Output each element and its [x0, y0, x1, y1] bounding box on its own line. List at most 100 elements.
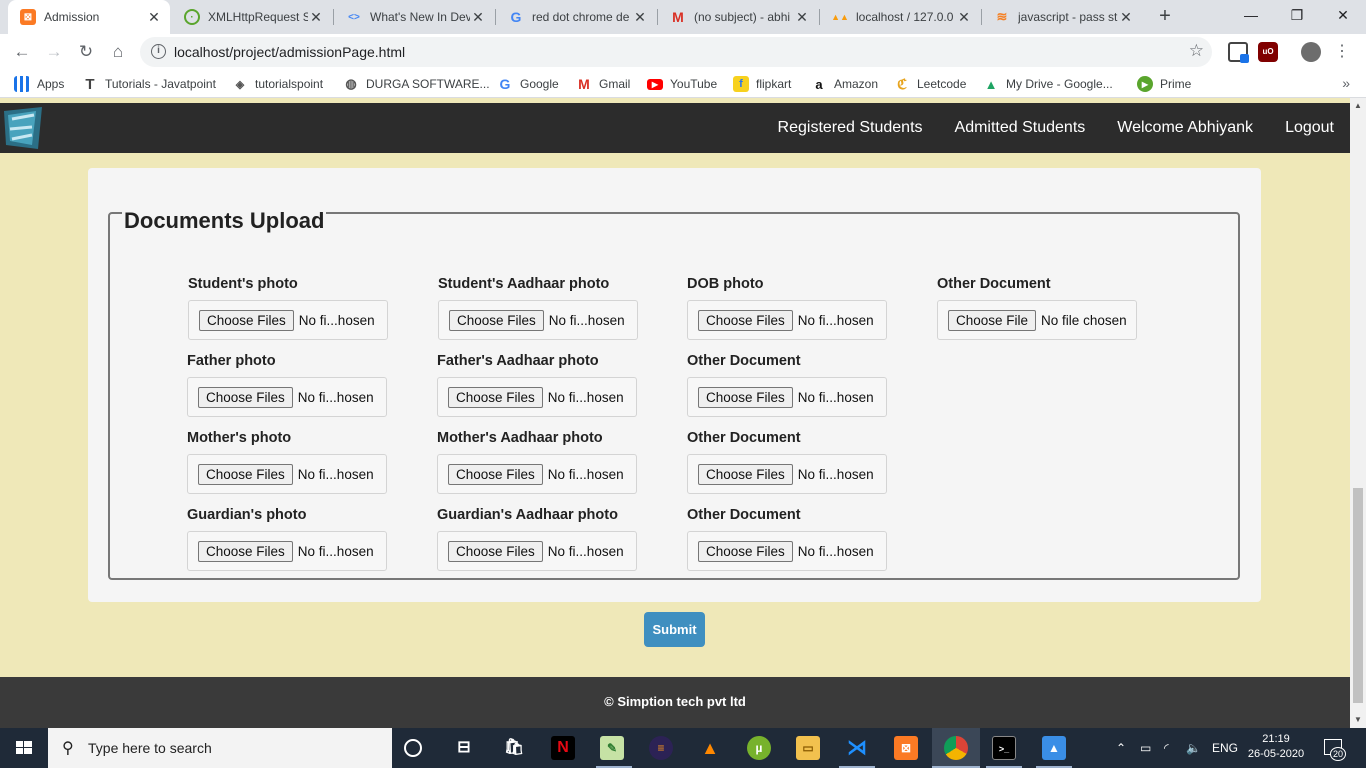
nav-admitted-students[interactable]: Admitted Students — [955, 119, 1086, 137]
file-input[interactable]: Choose Files No fi...hosen — [687, 454, 887, 494]
bookmark-star-icon[interactable]: ☆ — [1189, 41, 1204, 61]
ublock-icon[interactable]: uO — [1258, 42, 1278, 62]
nav-welcome-user[interactable]: Welcome Abhiyank — [1117, 119, 1253, 137]
home-icon[interactable]: ⌂ — [106, 40, 130, 64]
choose-files-button[interactable]: Choose Files — [698, 386, 793, 408]
close-icon[interactable]: ✕ — [956, 9, 972, 26]
close-icon[interactable]: ✕ — [1118, 9, 1134, 26]
choose-files-button[interactable]: Choose Files — [698, 540, 793, 562]
vscode-icon[interactable]: ⋊ — [845, 736, 869, 760]
scroll-down-icon[interactable]: ▼ — [1350, 712, 1366, 728]
file-input[interactable]: Choose Files No fi...hosen — [438, 300, 638, 340]
bookmark-flipkart[interactable]: f flipkart — [733, 75, 791, 93]
volume-icon[interactable]: 🔈 — [1186, 728, 1201, 768]
file-input[interactable]: Choose File No file chosen — [937, 300, 1137, 340]
profile-avatar-icon[interactable] — [1301, 42, 1321, 62]
reload-icon[interactable]: ↻ — [74, 40, 98, 64]
language-indicator[interactable]: ENG — [1212, 728, 1238, 768]
scroll-up-icon[interactable]: ▲ — [1350, 98, 1366, 114]
taskbar-search[interactable]: ⚲ Type here to search — [48, 728, 392, 768]
file-input[interactable]: Choose Files No fi...hosen — [187, 531, 387, 571]
bookmark-youtube[interactable]: ▶ YouTube — [647, 75, 717, 93]
info-icon[interactable]: i — [151, 44, 166, 59]
file-input[interactable]: Choose Files No fi...hosen — [437, 531, 637, 571]
file-explorer-icon[interactable]: ▭ — [796, 736, 820, 760]
tab-gmail[interactable]: M (no subject) - abhi ✕ — [658, 0, 818, 34]
wifi-icon[interactable]: ◜ — [1164, 728, 1169, 768]
back-arrow-icon[interactable]: ← — [10, 40, 34, 64]
chevron-more-icon[interactable]: » — [1342, 75, 1350, 91]
file-input[interactable]: Choose Files No fi...hosen — [187, 377, 387, 417]
restore-icon[interactable]: ❐ — [1274, 0, 1320, 30]
file-input[interactable]: Choose Files No fi...hosen — [687, 377, 887, 417]
file-input[interactable]: Choose Files No fi...hosen — [687, 300, 887, 340]
notification-center[interactable]: 20 — [1324, 728, 1346, 768]
close-icon[interactable]: ✕ — [146, 9, 162, 26]
bookmark-javatpoint[interactable]: T Tutorials - Javatpoint — [82, 75, 216, 93]
utorrent-icon[interactable]: µ — [747, 736, 771, 760]
notepad-icon[interactable]: ✎ — [600, 736, 624, 760]
page-scrollbar[interactable]: ▲ ▼ — [1350, 98, 1366, 728]
choose-files-button[interactable]: Choose Files — [448, 386, 543, 408]
xampp-icon[interactable]: ⊠ — [894, 736, 918, 760]
chevron-up-icon[interactable]: ⌃ — [1116, 728, 1126, 768]
bookmark-tutorialspoint[interactable]: ◈ tutorialspoint — [232, 75, 323, 93]
file-input[interactable]: Choose Files No fi...hosen — [437, 454, 637, 494]
minimize-icon[interactable]: — — [1228, 0, 1274, 30]
site-logo[interactable] — [2, 105, 44, 151]
bookmark-amazon[interactable]: a Amazon — [811, 75, 878, 93]
terminal-icon[interactable]: >_ — [992, 736, 1016, 760]
tab-stackoverflow[interactable]: ≋ javascript - pass st ✕ — [982, 0, 1142, 34]
scrollbar-thumb[interactable] — [1353, 488, 1363, 703]
choose-files-button[interactable]: Choose Files — [448, 463, 543, 485]
netflix-icon[interactable]: N — [551, 736, 575, 760]
bookmark-gmail[interactable]: M Gmail — [576, 75, 630, 93]
url-text[interactable]: localhost/project/admissionPage.html — [174, 44, 405, 60]
choose-files-button[interactable]: Choose Files — [449, 309, 544, 331]
choose-files-button[interactable]: Choose Files — [198, 540, 293, 562]
close-icon[interactable]: ✕ — [470, 9, 486, 26]
photos-icon[interactable]: ▲ — [1042, 736, 1066, 760]
extension-icon[interactable] — [1228, 42, 1249, 63]
choose-files-button[interactable]: Choose Files — [698, 463, 793, 485]
bookmark-drive[interactable]: ▲ My Drive - Google... — [983, 75, 1113, 93]
bookmark-apps[interactable]: Apps — [14, 75, 64, 93]
bookmark-durga[interactable]: ◍ DURGA SOFTWARE... — [343, 75, 489, 93]
choose-files-button[interactable]: Choose Files — [198, 463, 293, 485]
choose-files-button[interactable]: Choose Files — [698, 309, 793, 331]
tab-phpmyadmin[interactable]: ▲▲ localhost / 127.0.0 ✕ — [820, 0, 980, 34]
chrome-icon[interactable] — [944, 736, 968, 760]
tab-red-dot[interactable]: G red dot chrome de ✕ — [496, 0, 656, 34]
windows-start-icon[interactable] — [0, 728, 48, 768]
choose-files-button[interactable]: Choose Files — [199, 309, 294, 331]
choose-files-button[interactable]: Choose Files — [198, 386, 293, 408]
tab-whats-new[interactable]: <> What's New In Dev ✕ — [334, 0, 494, 34]
address-bar[interactable]: i localhost/project/admissionPage.html ☆ — [140, 37, 1212, 67]
cortana-icon[interactable] — [404, 739, 422, 757]
close-icon[interactable]: ✕ — [794, 9, 810, 26]
new-tab-button[interactable]: + — [1154, 5, 1176, 27]
close-icon[interactable]: ✕ — [632, 9, 648, 26]
menu-dots-icon[interactable]: ⋮ — [1332, 42, 1352, 62]
battery-icon[interactable]: ▭ — [1140, 728, 1151, 768]
forward-arrow-icon[interactable]: → — [42, 40, 66, 64]
submit-button[interactable]: Submit — [644, 612, 705, 647]
file-input[interactable]: Choose Files No fi...hosen — [437, 377, 637, 417]
tab-admission[interactable]: ⊠ Admission ✕ — [8, 0, 170, 34]
file-input[interactable]: Choose Files No fi...hosen — [188, 300, 388, 340]
bookmark-leetcode[interactable]: ℭ Leetcode — [894, 75, 966, 93]
clock[interactable]: 21:19 26-05-2020 — [1246, 732, 1306, 762]
nav-logout[interactable]: Logout — [1285, 119, 1334, 137]
file-input[interactable]: Choose Files No fi...hosen — [687, 531, 887, 571]
bookmark-google[interactable]: G Google — [497, 75, 559, 93]
vlc-icon[interactable]: ▲ — [698, 736, 722, 760]
choose-files-button[interactable]: Choose Files — [448, 540, 543, 562]
file-input[interactable]: Choose Files No fi...hosen — [187, 454, 387, 494]
close-window-icon[interactable]: ✕ — [1320, 0, 1366, 30]
bookmark-prime[interactable]: ▶ Prime — [1137, 75, 1191, 93]
eclipse-icon[interactable]: ≡ — [649, 736, 673, 760]
store-icon[interactable]: 🛍 — [502, 736, 526, 760]
task-view-icon[interactable]: ⊟ — [452, 736, 476, 760]
close-icon[interactable]: ✕ — [308, 9, 324, 26]
choose-file-button[interactable]: Choose File — [948, 309, 1037, 331]
